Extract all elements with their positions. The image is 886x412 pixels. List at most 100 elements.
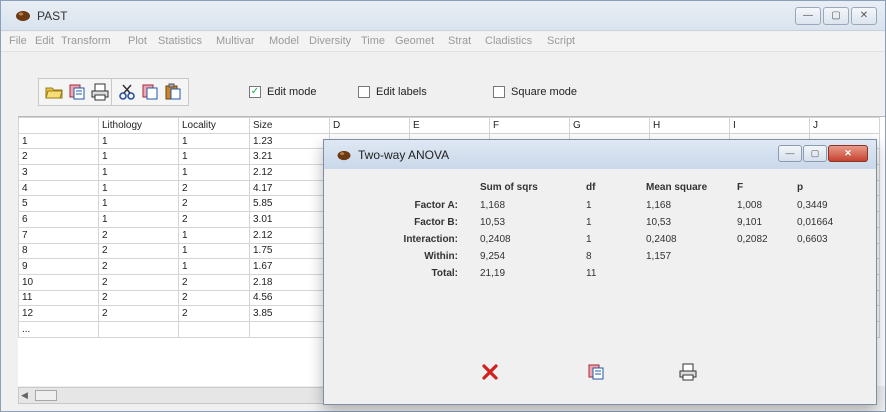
row-header[interactable]: 10 <box>18 273 99 291</box>
grid-cell[interactable]: 2 <box>98 305 179 322</box>
col-header-j[interactable]: J <box>809 117 880 134</box>
grid-cell[interactable]: 3.85 <box>249 305 330 322</box>
col-header-d[interactable]: D <box>329 117 410 134</box>
copy-results-button[interactable] <box>584 360 608 384</box>
col-header-i[interactable]: I <box>729 117 810 134</box>
row-header[interactable]: 4 <box>18 179 99 197</box>
grid-cell[interactable]: 1 <box>98 195 179 213</box>
row-header[interactable]: 12 <box>18 305 99 322</box>
col-header-h[interactable]: H <box>649 117 730 134</box>
menu-edit[interactable]: Edit <box>35 35 54 47</box>
row-header[interactable]: 2 <box>18 148 99 166</box>
open-folder-icon[interactable] <box>44 82 64 102</box>
grid-cell[interactable]: 1 <box>98 211 179 228</box>
grid-cell[interactable]: 1 <box>178 148 250 166</box>
menu-time[interactable]: Time <box>361 35 385 47</box>
paste-icon[interactable] <box>163 82 183 102</box>
past-main-window: PAST — ▢ ✕ File Edit Transform Plot Stat… <box>0 0 886 412</box>
menu-transform[interactable]: Transform <box>61 35 111 47</box>
grid-cell[interactable]: 2 <box>98 289 179 307</box>
grid-cell[interactable]: 2.12 <box>249 164 330 181</box>
grid-cell[interactable]: 2 <box>98 242 179 260</box>
grid-cell[interactable]: 4.17 <box>249 179 330 197</box>
row-header[interactable]: 6 <box>18 211 99 228</box>
grid-cell[interactable]: 1.75 <box>249 242 330 260</box>
menu-plot[interactable]: Plot <box>128 35 147 47</box>
horizontal-scrollbar[interactable]: ◀ <box>18 387 338 404</box>
grid-cell[interactable]: 3.21 <box>249 148 330 166</box>
grid-cell[interactable]: 1 <box>98 148 179 166</box>
print-icon[interactable] <box>90 82 110 102</box>
col-header-f[interactable]: F <box>489 117 570 134</box>
grid-cell[interactable]: 1 <box>178 164 250 181</box>
grid-cell[interactable]: 1 <box>98 132 179 150</box>
grid-cell[interactable]: 1 <box>178 242 250 260</box>
save-icon[interactable] <box>67 82 87 102</box>
col-header-e[interactable]: E <box>409 117 490 134</box>
dialog-title-bar[interactable]: Two-way ANOVA — ▢ ✕ <box>324 140 876 169</box>
menu-multivar[interactable]: Multivar <box>216 35 255 47</box>
dialog-maximize-button[interactable]: ▢ <box>803 145 827 162</box>
col-header-g[interactable]: G <box>569 117 650 134</box>
row-header[interactable]: 1 <box>18 132 99 150</box>
grid-cell[interactable]: 2 <box>178 211 250 228</box>
row-header[interactable]: 3 <box>18 164 99 181</box>
close-button[interactable]: ✕ <box>851 7 877 25</box>
square-mode-checkbox[interactable]: Square mode <box>493 86 577 98</box>
grid-cell[interactable] <box>178 320 250 338</box>
corner-cell[interactable] <box>18 117 99 134</box>
row-header[interactable]: 5 <box>18 195 99 213</box>
grid-cell[interactable]: 2 <box>178 179 250 197</box>
row-header[interactable]: ... <box>18 320 99 338</box>
edit-mode-checkbox[interactable]: ✓ Edit mode <box>249 86 317 98</box>
col-header-lithology[interactable]: Lithology <box>98 117 179 134</box>
grid-cell[interactable]: 2 <box>178 195 250 213</box>
grid-cell[interactable]: 2 <box>98 258 179 275</box>
grid-cell[interactable]: 5.85 <box>249 195 330 213</box>
menu-diversity[interactable]: Diversity <box>309 35 351 47</box>
grid-cell[interactable]: 2 <box>178 305 250 322</box>
row-header[interactable]: 9 <box>18 258 99 275</box>
close-dialog-button[interactable] <box>478 360 502 384</box>
menu-geomet[interactable]: Geomet <box>395 35 434 47</box>
grid-cell[interactable]: 2 <box>98 226 179 244</box>
menu-statistics[interactable]: Statistics <box>158 35 202 47</box>
menu-strat[interactable]: Strat <box>448 35 471 47</box>
grid-cell[interactable]: 2 <box>178 273 250 291</box>
row-header[interactable]: 11 <box>18 289 99 307</box>
grid-cell[interactable]: 1 <box>178 258 250 275</box>
col-header-size[interactable]: Size <box>249 117 330 134</box>
menu-cladistics[interactable]: Cladistics <box>485 35 532 47</box>
scroll-left-arrow-icon[interactable]: ◀ <box>21 390 33 401</box>
grid-cell[interactable]: 4.56 <box>249 289 330 307</box>
minimize-button[interactable]: — <box>795 7 821 25</box>
grid-cell[interactable]: 1 <box>178 226 250 244</box>
grid-cell[interactable]: 2.18 <box>249 273 330 291</box>
scroll-thumb[interactable] <box>35 390 57 401</box>
edit-labels-checkbox[interactable]: Edit labels <box>358 86 427 98</box>
copy-icon[interactable] <box>140 82 160 102</box>
grid-cell[interactable] <box>98 320 179 338</box>
grid-cell[interactable]: 1.67 <box>249 258 330 275</box>
dialog-title: Two-way ANOVA <box>358 148 450 162</box>
row-header[interactable]: 7 <box>18 226 99 244</box>
row-header[interactable]: 8 <box>18 242 99 260</box>
maximize-button[interactable]: ▢ <box>823 7 849 25</box>
cut-icon[interactable] <box>117 82 137 102</box>
grid-cell[interactable] <box>249 320 330 338</box>
menu-model[interactable]: Model <box>269 35 299 47</box>
dialog-minimize-button[interactable]: — <box>778 145 802 162</box>
col-header-locality[interactable]: Locality <box>178 117 250 134</box>
dialog-close-button[interactable]: ✕ <box>828 145 868 162</box>
grid-cell[interactable]: 2.12 <box>249 226 330 244</box>
grid-cell[interactable]: 1 <box>98 179 179 197</box>
menu-file[interactable]: File <box>9 35 27 47</box>
grid-cell[interactable]: 3.01 <box>249 211 330 228</box>
print-results-button[interactable] <box>676 360 700 384</box>
grid-cell[interactable]: 2 <box>98 273 179 291</box>
grid-cell[interactable]: 1 <box>178 132 250 150</box>
grid-cell[interactable]: 1.23 <box>249 132 330 150</box>
grid-cell[interactable]: 1 <box>98 164 179 181</box>
grid-cell[interactable]: 2 <box>178 289 250 307</box>
menu-script[interactable]: Script <box>547 35 575 47</box>
